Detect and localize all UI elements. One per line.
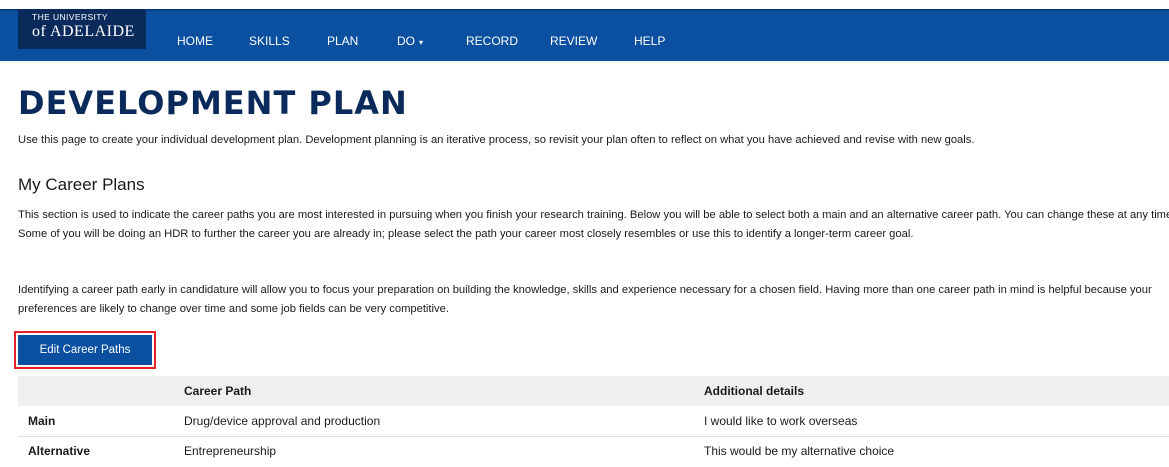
row-type: Main xyxy=(28,414,56,428)
top-strip xyxy=(0,0,1169,9)
nav-help[interactable]: HELP xyxy=(634,34,665,48)
table-row: Alternative Entrepreneurship This would … xyxy=(18,436,1169,466)
nav-review[interactable]: REVIEW xyxy=(550,34,597,48)
career-description: This section is used to indicate the car… xyxy=(18,209,1169,240)
chevron-down-icon: ▾ xyxy=(419,38,424,47)
nav-do-label: DO xyxy=(397,34,415,48)
nav-skills[interactable]: SKILLS xyxy=(249,34,290,48)
career-note: Identifying a career path early in candi… xyxy=(18,284,1152,315)
nav-record[interactable]: RECORD xyxy=(466,34,518,48)
logo-main-text: of ADELAIDE xyxy=(32,23,135,40)
page-intro: Use this page to create your individual … xyxy=(18,134,975,146)
table-header: Career Path Additional details xyxy=(18,376,1169,406)
edit-career-paths-button[interactable]: Edit Career Paths xyxy=(14,331,156,369)
main-navbar: THE UNIVERSITY of ADELAIDE HOME SKILLS P… xyxy=(0,9,1169,61)
row-type: Alternative xyxy=(28,444,91,458)
page-title: DEVELOPMENT PLAN xyxy=(18,84,408,122)
nav-home[interactable]: HOME xyxy=(177,34,213,48)
row-career-path: Entrepreneurship xyxy=(184,444,277,458)
section-title: My Career Plans xyxy=(18,175,145,194)
row-career-path: Drug/device approval and production xyxy=(184,414,381,428)
university-logo[interactable]: THE UNIVERSITY of ADELAIDE xyxy=(18,9,146,49)
nav-plan[interactable]: PLAN xyxy=(327,34,358,48)
row-details: I would like to work overseas xyxy=(704,414,858,428)
nav-do[interactable]: DO ▾ xyxy=(397,34,423,48)
header-additional-details: Additional details xyxy=(704,384,805,398)
logo-top-text: THE UNIVERSITY xyxy=(32,12,108,22)
table-row: Main Drug/device approval and production… xyxy=(18,406,1169,437)
header-career-path: Career Path xyxy=(184,384,252,398)
row-details: This would be my alternative choice xyxy=(704,444,895,458)
